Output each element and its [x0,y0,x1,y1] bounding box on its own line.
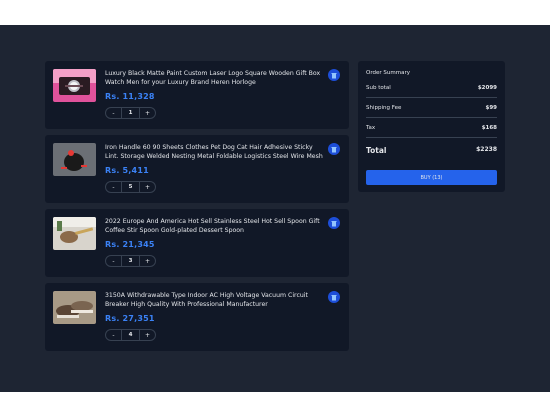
quantity-value[interactable]: 5 [121,182,140,192]
product-price: Rs. 5,411 [105,166,149,175]
tax-value: $168 [481,125,497,131]
quantity-stepper: - 3 + [105,255,156,267]
product-price: Rs. 21,345 [105,240,155,249]
trash-icon [331,72,337,78]
order-summary-panel: Order Summary Sub total $2099 Shipping F… [358,61,505,192]
decrease-button[interactable]: - [106,182,121,192]
tax-label: Tax [366,125,376,131]
product-title[interactable]: 2022 Europe And America Hot Sell Stainle… [105,217,323,235]
product-price: Rs. 11,328 [105,92,155,101]
increase-button[interactable]: + [140,108,155,118]
product-image [53,217,96,250]
product-image [53,143,96,176]
total-value: $2238 [476,146,497,153]
subtotal-label: Sub total [366,85,391,91]
product-price: Rs. 27,351 [105,314,155,323]
trash-icon [331,294,337,300]
increase-button[interactable]: + [140,182,155,192]
order-summary-title: Order Summary [366,70,410,76]
buy-button[interactable]: BUY (13) [366,170,497,185]
decrease-button[interactable]: - [106,256,121,266]
product-title[interactable]: 3150A Withdrawable Type Indoor AC High V… [105,291,323,309]
app-container: Luxury Black Matte Paint Custom Laser Lo… [0,25,550,392]
trash-icon [331,146,337,152]
product-title[interactable]: Luxury Black Matte Paint Custom Laser Lo… [105,69,323,87]
shipping-label: Shipping Fee [366,105,402,111]
total-label: Total [366,146,387,155]
subtotal-value: $2099 [477,85,497,91]
subtotal-row: Sub total $2099 [366,85,497,98]
tax-row: Tax $168 [366,125,497,138]
trash-icon [331,220,337,226]
shipping-value: $99 [485,105,497,111]
shipping-row: Shipping Fee $99 [366,105,497,118]
cart-item: 3150A Withdrawable Type Indoor AC High V… [45,283,349,351]
quantity-value[interactable]: 1 [121,108,140,118]
cart-item: Luxury Black Matte Paint Custom Laser Lo… [45,61,349,129]
product-title[interactable]: Iron Handle 60 90 Sheets Clothes Pet Dog… [105,143,323,161]
decrease-button[interactable]: - [106,330,121,340]
quantity-stepper: - 1 + [105,107,156,119]
product-image [53,291,96,324]
quantity-value[interactable]: 4 [121,330,140,340]
decrease-button[interactable]: - [106,108,121,118]
delete-button[interactable] [328,143,340,155]
delete-button[interactable] [328,69,340,81]
cart-item: Iron Handle 60 90 Sheets Clothes Pet Dog… [45,135,349,203]
delete-button[interactable] [328,291,340,303]
cart-item: 2022 Europe And America Hot Sell Stainle… [45,209,349,277]
quantity-stepper: - 4 + [105,329,156,341]
total-row: Total $2238 [366,146,497,161]
increase-button[interactable]: + [140,256,155,266]
delete-button[interactable] [328,217,340,229]
increase-button[interactable]: + [140,330,155,340]
quantity-stepper: - 5 + [105,181,156,193]
product-image [53,69,96,102]
quantity-value[interactable]: 3 [121,256,140,266]
